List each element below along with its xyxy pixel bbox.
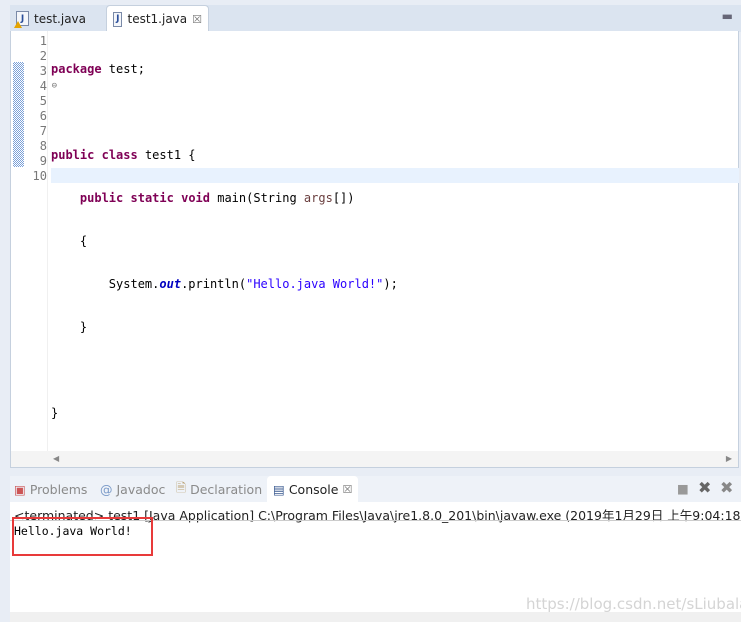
tab-label: Problems: [29, 481, 88, 497]
line-number: 6: [39, 109, 47, 123]
line-number: 10: [32, 169, 47, 183]
scroll-left-icon[interactable]: ◀: [53, 454, 59, 463]
line-numbers: 1 2 3 4 ⊖ 5 6 7 8 9 10: [23, 34, 57, 184]
line-number: 9: [39, 154, 47, 168]
code-line: package test;: [51, 62, 145, 76]
watermark: https://blog.csdn.net/sLiubala: [526, 595, 741, 613]
minimize-icon[interactable]: ▬: [722, 9, 733, 23]
close-icon[interactable]: ☒: [192, 13, 202, 26]
tab-test1-java[interactable]: J test1.java ☒: [106, 5, 209, 32]
console-panel: ▣ Problems @ Javadoc 🗎 Declaration ▤ Console…: [10, 476, 741, 622]
tab-label: Console: [288, 481, 339, 497]
at-icon: @: [100, 481, 113, 497]
terminate-icon[interactable]: ■: [677, 481, 689, 496]
tab-label: test1.java: [127, 12, 188, 26]
remove-launch-icon[interactable]: ✖: [698, 478, 711, 497]
code-line: public class test1 {: [51, 148, 196, 162]
code-line: System.out.println("Hello.java World!");: [51, 277, 398, 291]
java-file-warning-icon: J: [14, 11, 29, 28]
code-line: }: [51, 320, 88, 334]
line-number: 1: [39, 34, 47, 48]
remove-all-launches-icon[interactable]: ✖: [720, 478, 733, 497]
console-icon: ▤: [273, 481, 285, 497]
tab-problems[interactable]: ▣ Problems: [14, 476, 87, 502]
line-number: 7: [39, 124, 47, 138]
close-icon[interactable]: ☒: [342, 483, 352, 496]
tab-declaration[interactable]: 🗎 Declaration: [176, 476, 262, 502]
code-line: {: [51, 234, 88, 248]
panel-tab-bar: ▣ Problems @ Javadoc 🗎 Declaration ▤ Console…: [10, 476, 741, 502]
line-number: 3: [39, 64, 47, 78]
tab-test-java[interactable]: J test.java: [10, 5, 92, 32]
scroll-right-icon[interactable]: ▶: [726, 454, 732, 463]
tab-console[interactable]: ▤ Console ☒: [267, 476, 359, 502]
code-editor[interactable]: 1 2 3 4 ⊖ 5 6 7 8 9 10 package test; publ…: [10, 31, 739, 468]
line-number: 4: [39, 79, 47, 93]
java-file-icon: J: [113, 11, 123, 27]
line-number: 8: [39, 139, 47, 153]
code-line: public static void main(String args[]): [79, 191, 355, 205]
line-number: 5: [39, 94, 47, 108]
code-text: package test; public class test1 { publi…: [51, 34, 398, 449]
editor-tab-bar: J test.java J test1.java ☒ ▬: [10, 5, 741, 32]
horizontal-scrollbar[interactable]: [10, 612, 741, 622]
tab-label: Javadoc: [116, 481, 166, 497]
code-line: }: [51, 406, 59, 420]
line-number: 2: [39, 49, 47, 63]
gutter-divider: [47, 31, 48, 451]
problems-icon: ▣: [14, 481, 26, 497]
tab-label: Declaration: [190, 481, 263, 497]
tab-javadoc[interactable]: @ Javadoc: [100, 476, 165, 502]
tab-label: test.java: [34, 11, 87, 26]
declaration-icon: 🗎: [176, 479, 187, 495]
horizontal-scrollbar[interactable]: ◀ ▶: [11, 451, 738, 467]
highlight-box: [12, 517, 153, 556]
